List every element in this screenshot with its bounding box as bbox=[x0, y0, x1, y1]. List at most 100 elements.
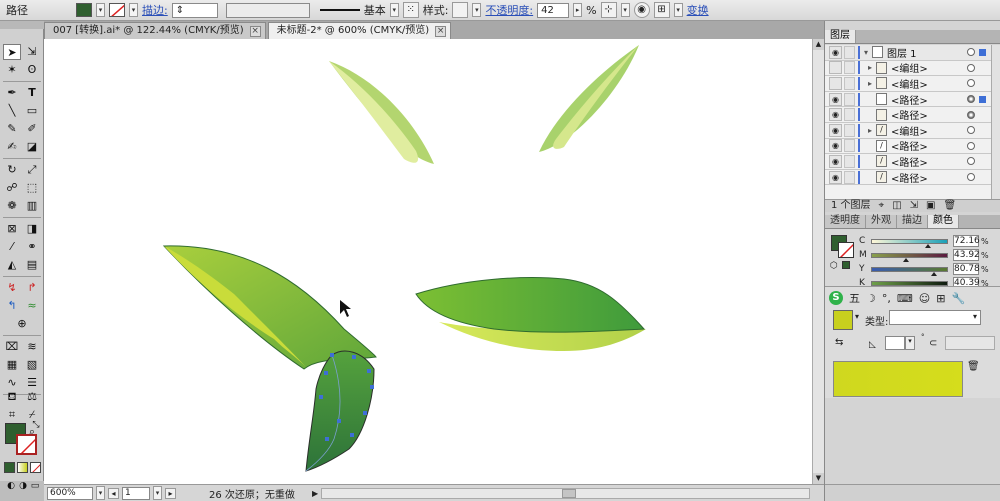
punctuation-icon[interactable]: °, bbox=[882, 292, 891, 305]
channel-slider[interactable] bbox=[871, 266, 948, 276]
layer-name[interactable]: 图层 1 bbox=[887, 45, 967, 60]
selection-tool-icon[interactable]: ➤ bbox=[3, 44, 21, 60]
free-transform-tool-icon[interactable]: ⬚ bbox=[23, 180, 41, 196]
opacity-field[interactable]: 42 bbox=[537, 2, 570, 18]
artboard-field[interactable]: 1 bbox=[122, 486, 150, 500]
variable-width-profile[interactable] bbox=[225, 2, 310, 18]
crop-tool-icon[interactable]: ⌗ bbox=[3, 407, 21, 423]
selection-indicator[interactable] bbox=[979, 142, 986, 149]
layer-name[interactable]: <路径> bbox=[891, 107, 967, 122]
fill-color-swatch[interactable] bbox=[76, 3, 92, 17]
recolor-icon[interactable]: ◉ bbox=[633, 2, 650, 18]
visibility-eye-icon[interactable]: ◉ bbox=[829, 108, 842, 122]
close-icon[interactable]: × bbox=[435, 25, 447, 37]
locate-object-icon[interactable]: ⌖ bbox=[879, 200, 885, 212]
layer-row[interactable]: ◉ <路径> bbox=[825, 107, 991, 123]
paint-bucket-icon[interactable]: ⛾ bbox=[3, 389, 21, 405]
leaf-top-right[interactable] bbox=[539, 45, 639, 152]
target-circle-icon[interactable] bbox=[967, 126, 975, 135]
gradient-dropdown[interactable]: ▾ bbox=[855, 312, 859, 321]
visibility-eye-icon[interactable]: ◉ bbox=[829, 92, 842, 106]
aspect-ratio-field[interactable] bbox=[945, 336, 995, 350]
zoom-dropdown[interactable]: ▾ bbox=[96, 486, 105, 500]
gradient-slider[interactable] bbox=[833, 361, 963, 397]
warp-tool-icon[interactable]: ☍ bbox=[3, 180, 21, 196]
selection-indicator[interactable] bbox=[979, 111, 986, 118]
opacity-dropdown[interactable]: ▸ bbox=[573, 3, 583, 17]
selection-indicator[interactable] bbox=[979, 174, 986, 181]
layer-row[interactable]: ▸ <编组> bbox=[825, 76, 991, 92]
channel-slider[interactable] bbox=[871, 238, 948, 248]
measure-tool-icon[interactable]: ⚖ bbox=[23, 389, 41, 405]
rotate-tool-icon[interactable]: ↻ bbox=[3, 162, 21, 178]
keyboard-icon[interactable]: ⌨ bbox=[897, 292, 913, 305]
expand-triangle-icon[interactable]: ▸ bbox=[866, 79, 874, 88]
stroke-proxy-swatch[interactable] bbox=[16, 434, 37, 455]
isolate-dropdown[interactable]: ▾ bbox=[673, 3, 683, 17]
vertical-scrollbar[interactable]: ▲ ▼ bbox=[812, 39, 824, 484]
tab-color[interactable]: 颜色 bbox=[928, 215, 959, 228]
eyedropper-tool-icon[interactable]: ⁄ bbox=[3, 239, 21, 255]
lock-toggle[interactable] bbox=[844, 170, 855, 184]
target-circle-icon[interactable] bbox=[967, 63, 975, 72]
visibility-eye-icon[interactable]: ◉ bbox=[829, 139, 842, 153]
live-paint-tool-icon[interactable]: ◭ bbox=[3, 257, 21, 273]
eraser-tool-icon[interactable]: ◪ bbox=[23, 139, 41, 155]
angle-dropdown[interactable]: ▾ bbox=[905, 336, 915, 350]
align-dropdown[interactable]: ▾ bbox=[620, 3, 630, 17]
leaf-horizontal-right[interactable] bbox=[415, 277, 646, 351]
type-dropdown-icon[interactable]: ▾ bbox=[973, 312, 977, 321]
channel-slider[interactable] bbox=[871, 280, 948, 290]
expand-triangle-icon[interactable]: ▸ bbox=[866, 63, 874, 72]
delete-stop-icon[interactable]: 🗑 bbox=[967, 361, 980, 372]
ime-logo-icon[interactable]: S bbox=[829, 291, 843, 305]
graphic-style-swatch[interactable] bbox=[452, 2, 469, 18]
artboard-tool-icon[interactable]: ⊕ bbox=[13, 316, 31, 332]
layer-name[interactable]: <路径> bbox=[891, 154, 967, 169]
channel-value-field[interactable]: 72.16 bbox=[953, 235, 980, 247]
stacked-graph-icon[interactable]: ▧ bbox=[23, 357, 41, 373]
expand-triangle-icon[interactable]: ▸ bbox=[866, 126, 874, 135]
angle-field[interactable] bbox=[885, 336, 905, 350]
line-tool-icon[interactable]: ╲ bbox=[3, 103, 21, 119]
tab-document-2[interactable]: 未标题-2* @ 600% (CMYK/预览) × bbox=[267, 22, 452, 39]
scroll-thumb[interactable] bbox=[562, 488, 577, 498]
layer-row[interactable]: ◉ ▸ / <编组> bbox=[825, 123, 991, 139]
layer-row[interactable]: ◉ <路径> bbox=[825, 92, 991, 108]
scale-tool-icon[interactable]: ⤢ bbox=[23, 162, 41, 178]
status-menu-icon[interactable]: ▶ bbox=[312, 489, 318, 498]
transform-link[interactable]: 变换 bbox=[687, 2, 709, 18]
selection-indicator[interactable] bbox=[979, 158, 986, 165]
visibility-eye-icon[interactable]: ◉ bbox=[829, 154, 842, 168]
visibility-eye-icon[interactable]: ◉ bbox=[829, 170, 842, 184]
delete-layer-icon[interactable]: 🗑 bbox=[943, 200, 956, 212]
horizontal-scrollbar[interactable] bbox=[321, 487, 810, 499]
slider-knob-icon[interactable] bbox=[931, 271, 938, 276]
leaf-top-left[interactable] bbox=[329, 61, 434, 164]
first-artboard-icon[interactable]: ◂ bbox=[108, 487, 119, 499]
visibility-eye-icon[interactable] bbox=[829, 61, 842, 75]
wubi-icon[interactable]: 五 bbox=[849, 290, 860, 306]
visibility-eye-icon[interactable]: ◉ bbox=[829, 45, 842, 59]
gradient-tool-icon[interactable]: ◨ bbox=[23, 221, 41, 237]
lock-toggle[interactable] bbox=[844, 92, 855, 106]
magic-wand-tool-icon[interactable]: ✶ bbox=[3, 62, 21, 78]
selection-indicator[interactable] bbox=[979, 64, 986, 71]
tab-layers[interactable]: 图层 bbox=[825, 30, 856, 43]
selection-indicator[interactable] bbox=[979, 80, 986, 87]
slider-knob-icon[interactable] bbox=[902, 257, 909, 262]
stroke-weight-field[interactable]: ⇕ bbox=[171, 2, 218, 18]
fill-dropdown[interactable]: ▾ bbox=[96, 3, 105, 17]
layer-name[interactable]: <编组> bbox=[891, 123, 967, 138]
graph-tool-icon[interactable]: ▤ bbox=[23, 257, 41, 273]
artboard-canvas[interactable] bbox=[44, 39, 824, 484]
moon-icon[interactable]: ☽ bbox=[866, 292, 876, 305]
target-circle-icon[interactable] bbox=[967, 173, 975, 182]
target-circle-icon[interactable] bbox=[967, 110, 975, 119]
lock-toggle[interactable] bbox=[844, 61, 855, 75]
column-graph-tool-icon[interactable]: ▥ bbox=[23, 198, 41, 214]
web-safe-swatch[interactable] bbox=[842, 261, 850, 269]
channel-value-field[interactable]: 43.92 bbox=[953, 249, 980, 261]
paintbrush-tool-icon[interactable]: ✎ bbox=[3, 121, 21, 137]
live-trace-icon[interactable]: ↯ bbox=[3, 280, 21, 296]
